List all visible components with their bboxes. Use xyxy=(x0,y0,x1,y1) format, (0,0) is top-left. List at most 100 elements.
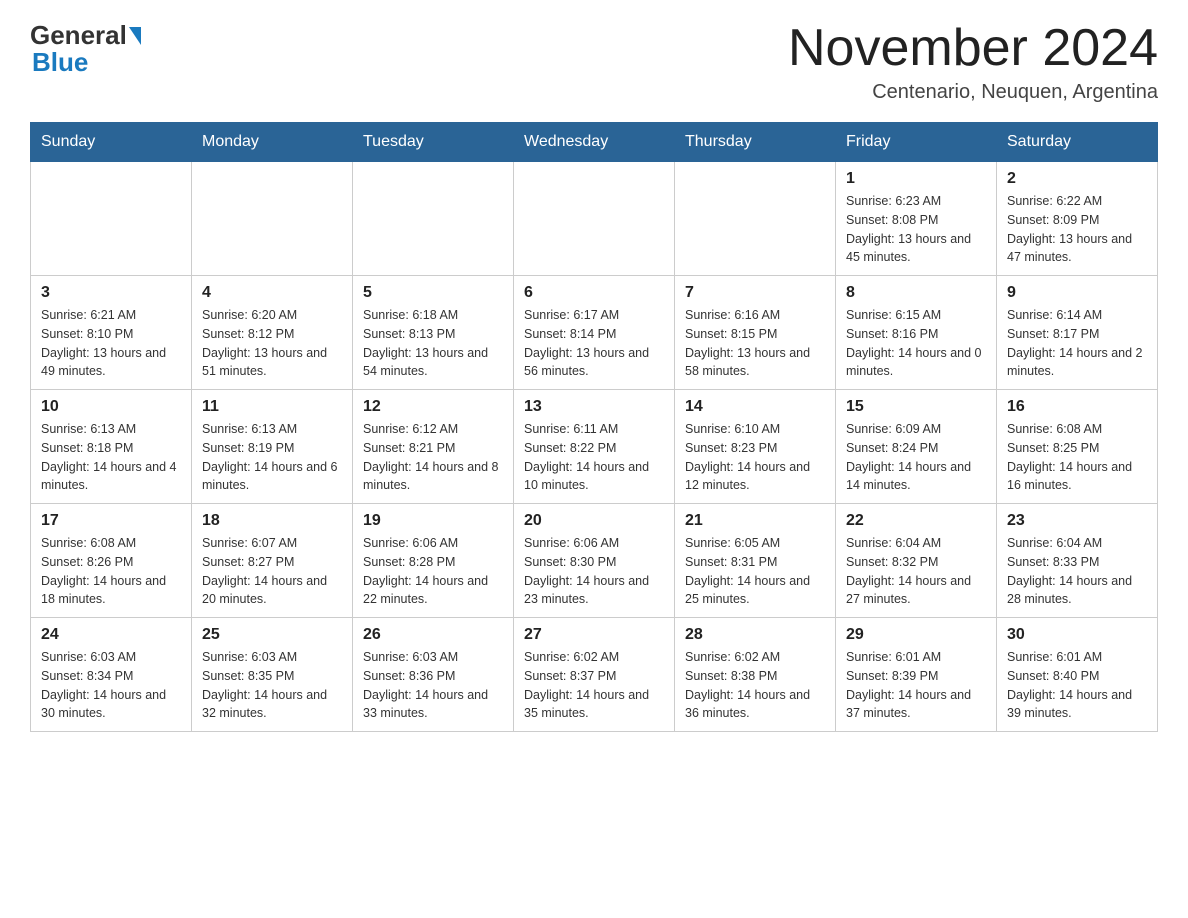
calendar-day-cell: 29 Sunrise: 6:01 AMSunset: 8:39 PMDayligh… xyxy=(836,618,997,732)
calendar-day-cell: 4 Sunrise: 6:20 AMSunset: 8:12 PMDaylight… xyxy=(192,276,353,390)
day-info: Sunrise: 6:13 AMSunset: 8:18 PMDaylight:… xyxy=(41,420,181,495)
calendar-day-cell: 13 Sunrise: 6:11 AMSunset: 8:22 PMDayligh… xyxy=(514,390,675,504)
calendar-day-cell: 5Sunrise: 6:18 AMSunset: 8:13 PMDaylight… xyxy=(353,276,514,390)
day-number: 29 xyxy=(846,626,986,644)
day-number: 28 xyxy=(685,626,825,644)
day-number: 4 xyxy=(202,284,342,302)
day-info: Sunrise: 6:02 AMSunset: 8:38 PMDaylight:… xyxy=(685,648,825,723)
day-info: Sunrise: 6:03 AMSunset: 8:34 PMDaylight:… xyxy=(41,648,181,723)
day-number: 1 xyxy=(846,170,986,188)
day-number: 8 xyxy=(846,284,986,302)
day-info: Sunrise: 6:22 AMSunset: 8:09 PMDaylight:… xyxy=(1007,192,1147,267)
day-number: 18 xyxy=(202,512,342,530)
day-info: Sunrise: 6:15 AMSunset: 8:16 PMDaylight:… xyxy=(846,306,986,381)
calendar-day-cell: 21 Sunrise: 6:05 AMSunset: 8:31 PMDayligh… xyxy=(675,504,836,618)
day-info: Sunrise: 6:04 AMSunset: 8:32 PMDaylight:… xyxy=(846,534,986,609)
day-number: 27 xyxy=(524,626,664,644)
day-info: Sunrise: 6:08 AMSunset: 8:26 PMDaylight:… xyxy=(41,534,181,609)
calendar-day-cell: 19Sunrise: 6:06 AMSunset: 8:28 PMDayligh… xyxy=(353,504,514,618)
day-info: Sunrise: 6:17 AMSunset: 8:14 PMDaylight:… xyxy=(524,306,664,381)
calendar-day-cell: 15 Sunrise: 6:09 AMSunset: 8:24 PMDayligh… xyxy=(836,390,997,504)
day-number: 30 xyxy=(1007,626,1147,644)
day-number: 17 xyxy=(41,512,181,530)
day-number: 9 xyxy=(1007,284,1147,302)
day-number: 7 xyxy=(685,284,825,302)
day-of-week-header: Sunday xyxy=(31,123,192,162)
day-number: 15 xyxy=(846,398,986,416)
day-info: Sunrise: 6:11 AMSunset: 8:22 PMDaylight:… xyxy=(524,420,664,495)
calendar-day-cell: 18 Sunrise: 6:07 AMSunset: 8:27 PMDayligh… xyxy=(192,504,353,618)
day-number: 16 xyxy=(1007,398,1147,416)
calendar-day-cell: 25 Sunrise: 6:03 AMSunset: 8:35 PMDayligh… xyxy=(192,618,353,732)
calendar-day-cell: 17 Sunrise: 6:08 AMSunset: 8:26 PMDayligh… xyxy=(31,504,192,618)
calendar-day-cell: 11 Sunrise: 6:13 AMSunset: 8:19 PMDayligh… xyxy=(192,390,353,504)
calendar-day-cell: 10Sunrise: 6:13 AMSunset: 8:18 PMDayligh… xyxy=(31,390,192,504)
day-number: 19 xyxy=(363,512,503,530)
calendar-body: 1Sunrise: 6:23 AMSunset: 8:08 PMDaylight… xyxy=(31,162,1158,732)
day-info: Sunrise: 6:14 AMSunset: 8:17 PMDaylight:… xyxy=(1007,306,1147,381)
calendar-day-cell: 12 Sunrise: 6:12 AMSunset: 8:21 PMDayligh… xyxy=(353,390,514,504)
day-info: Sunrise: 6:01 AMSunset: 8:39 PMDaylight:… xyxy=(846,648,986,723)
day-of-week-header: Monday xyxy=(192,123,353,162)
calendar-day-cell xyxy=(353,162,514,276)
logo-arrow-icon xyxy=(129,27,141,45)
day-headers-row: SundayMondayTuesdayWednesdayThursdayFrid… xyxy=(31,123,1158,162)
day-of-week-header: Saturday xyxy=(997,123,1158,162)
day-number: 12 xyxy=(363,398,503,416)
calendar-day-cell xyxy=(192,162,353,276)
day-number: 11 xyxy=(202,398,342,416)
day-info: Sunrise: 6:07 AMSunset: 8:27 PMDaylight:… xyxy=(202,534,342,609)
calendar-header: SundayMondayTuesdayWednesdayThursdayFrid… xyxy=(31,123,1158,162)
calendar-day-cell: 16 Sunrise: 6:08 AMSunset: 8:25 PMDayligh… xyxy=(997,390,1158,504)
logo-area: General Blue xyxy=(30,20,143,78)
day-of-week-header: Tuesday xyxy=(353,123,514,162)
day-info: Sunrise: 6:02 AMSunset: 8:37 PMDaylight:… xyxy=(524,648,664,723)
calendar-day-cell: 23 Sunrise: 6:04 AMSunset: 8:33 PMDayligh… xyxy=(997,504,1158,618)
day-info: Sunrise: 6:16 AMSunset: 8:15 PMDaylight:… xyxy=(685,306,825,381)
calendar-day-cell: 1Sunrise: 6:23 AMSunset: 8:08 PMDaylight… xyxy=(836,162,997,276)
calendar-table: SundayMondayTuesdayWednesdayThursdayFrid… xyxy=(30,122,1158,732)
day-of-week-header: Thursday xyxy=(675,123,836,162)
day-number: 23 xyxy=(1007,512,1147,530)
day-number: 14 xyxy=(685,398,825,416)
day-number: 25 xyxy=(202,626,342,644)
calendar-day-cell: 9 Sunrise: 6:14 AMSunset: 8:17 PMDaylight… xyxy=(997,276,1158,390)
calendar-day-cell: 6Sunrise: 6:17 AMSunset: 8:14 PMDaylight… xyxy=(514,276,675,390)
calendar-day-cell xyxy=(31,162,192,276)
calendar-week-row: 17 Sunrise: 6:08 AMSunset: 8:26 PMDayligh… xyxy=(31,504,1158,618)
day-info: Sunrise: 6:05 AMSunset: 8:31 PMDaylight:… xyxy=(685,534,825,609)
calendar-day-cell: 30 Sunrise: 6:01 AMSunset: 8:40 PMDayligh… xyxy=(997,618,1158,732)
calendar-day-cell: 28 Sunrise: 6:02 AMSunset: 8:38 PMDayligh… xyxy=(675,618,836,732)
day-info: Sunrise: 6:06 AMSunset: 8:30 PMDaylight:… xyxy=(524,534,664,609)
day-info: Sunrise: 6:08 AMSunset: 8:25 PMDaylight:… xyxy=(1007,420,1147,495)
title-area: November 2024 Centenario, Neuquen, Argen… xyxy=(788,20,1158,104)
month-title: November 2024 xyxy=(788,20,1158,77)
day-info: Sunrise: 6:03 AMSunset: 8:36 PMDaylight:… xyxy=(363,648,503,723)
calendar-day-cell: 14Sunrise: 6:10 AMSunset: 8:23 PMDayligh… xyxy=(675,390,836,504)
day-number: 24 xyxy=(41,626,181,644)
day-info: Sunrise: 6:13 AMSunset: 8:19 PMDaylight:… xyxy=(202,420,342,495)
day-info: Sunrise: 6:20 AMSunset: 8:12 PMDaylight:… xyxy=(202,306,342,381)
day-number: 22 xyxy=(846,512,986,530)
day-number: 5 xyxy=(363,284,503,302)
calendar-day-cell: 24 Sunrise: 6:03 AMSunset: 8:34 PMDayligh… xyxy=(31,618,192,732)
day-info: Sunrise: 6:09 AMSunset: 8:24 PMDaylight:… xyxy=(846,420,986,495)
calendar-day-cell: 2Sunrise: 6:22 AMSunset: 8:09 PMDaylight… xyxy=(997,162,1158,276)
day-info: Sunrise: 6:12 AMSunset: 8:21 PMDaylight:… xyxy=(363,420,503,495)
calendar-day-cell xyxy=(514,162,675,276)
day-number: 13 xyxy=(524,398,664,416)
calendar-day-cell: 20Sunrise: 6:06 AMSunset: 8:30 PMDayligh… xyxy=(514,504,675,618)
logo-blue-text: Blue xyxy=(32,47,88,77)
day-info: Sunrise: 6:04 AMSunset: 8:33 PMDaylight:… xyxy=(1007,534,1147,609)
day-info: Sunrise: 6:21 AMSunset: 8:10 PMDaylight:… xyxy=(41,306,181,381)
calendar-week-row: 3Sunrise: 6:21 AMSunset: 8:10 PMDaylight… xyxy=(31,276,1158,390)
day-info: Sunrise: 6:03 AMSunset: 8:35 PMDaylight:… xyxy=(202,648,342,723)
day-number: 21 xyxy=(685,512,825,530)
calendar-day-cell: 7 Sunrise: 6:16 AMSunset: 8:15 PMDaylight… xyxy=(675,276,836,390)
day-of-week-header: Wednesday xyxy=(514,123,675,162)
page-header: General Blue November 2024 Centenario, N… xyxy=(30,20,1158,104)
day-info: Sunrise: 6:01 AMSunset: 8:40 PMDaylight:… xyxy=(1007,648,1147,723)
calendar-day-cell: 8 Sunrise: 6:15 AMSunset: 8:16 PMDaylight… xyxy=(836,276,997,390)
location-subtitle: Centenario, Neuquen, Argentina xyxy=(788,81,1158,104)
calendar-day-cell: 26Sunrise: 6:03 AMSunset: 8:36 PMDayligh… xyxy=(353,618,514,732)
